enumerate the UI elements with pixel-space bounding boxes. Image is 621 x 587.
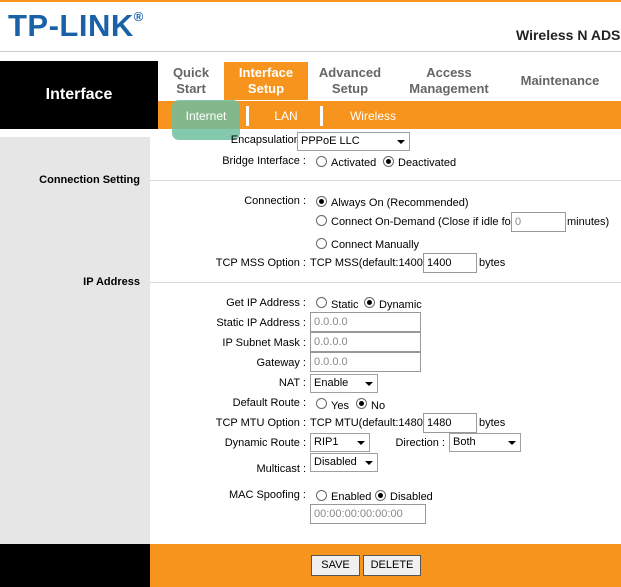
mac-enabled-label: Enabled <box>331 491 372 503</box>
ip-dynamic-label: Dynamic <box>379 299 422 311</box>
tcp-mtu-default-text: TCP MTU(default:1480) <box>310 417 427 429</box>
tcp-mss-label: TCP MSS Option : <box>215 257 306 269</box>
default-route-yes-label: Yes <box>331 400 349 412</box>
tab-interface-setup[interactable]: Interface Setup <box>224 62 308 100</box>
get-ip-label: Get IP Address : <box>226 297 306 309</box>
subnav-separator <box>320 106 323 126</box>
subnet-mask-input[interactable]: 0.0.0.0 <box>310 332 421 352</box>
direction-select[interactable]: Both <box>449 433 521 452</box>
delete-button[interactable]: DELETE <box>363 555 421 576</box>
always-on-label: Always On (Recommended) <box>331 197 469 209</box>
encapsulation-label: Encapsulation : <box>230 134 306 146</box>
nat-select[interactable]: Enable <box>310 374 378 393</box>
default-route-no-radio[interactable] <box>356 398 367 409</box>
tcp-mtu-unit: bytes <box>479 417 506 429</box>
product-name: Wireless N ADSL <box>516 27 621 43</box>
tab-advanced-setup[interactable]: Advanced Setup <box>310 62 390 100</box>
subtab-lan[interactable]: LAN <box>262 101 310 129</box>
ip-static-label: Static <box>331 299 359 311</box>
bridge-deactivated-label: Deactivated <box>398 157 457 169</box>
subtab-internet[interactable]: Internet <box>172 101 240 129</box>
mac-spoofing-label: MAC Spoofing : <box>228 489 306 501</box>
dynamic-route-select[interactable]: RIP1 <box>310 433 370 452</box>
tab-access-management[interactable]: Access Management <box>400 62 498 100</box>
tcp-mtu-label: TCP MTU Option : <box>215 417 306 429</box>
tcp-mss-unit: bytes <box>479 257 506 269</box>
section-divider <box>150 180 621 181</box>
top-accent-line <box>0 0 621 2</box>
minutes-label: minutes) <box>567 216 610 228</box>
chevron-down-icon <box>397 140 405 144</box>
bridge-activated-radio[interactable] <box>316 156 327 167</box>
mac-disabled-label: Disabled <box>390 491 433 503</box>
tp-link-logo: TP-LINK® <box>8 8 144 43</box>
connect-manually-label: Connect Manually <box>331 239 420 251</box>
multicast-select[interactable]: Disabled <box>310 453 378 472</box>
section-ip-address: IP Address <box>83 276 140 288</box>
default-route-label: Default Route : <box>232 397 306 409</box>
ip-dynamic-radio[interactable] <box>364 297 375 308</box>
tcp-mtu-input[interactable]: 1480 <box>423 413 477 433</box>
sidebar-sections <box>0 137 150 544</box>
multicast-label: Multicast : <box>256 463 306 475</box>
connect-manually-radio[interactable] <box>316 238 327 249</box>
bridge-interface-label: Bridge Interface : <box>222 155 306 167</box>
always-on-radio[interactable] <box>316 196 327 207</box>
tab-quick-start[interactable]: Quick Start <box>160 62 222 100</box>
gateway-input[interactable]: 0.0.0.0 <box>310 352 421 372</box>
on-demand-radio[interactable] <box>316 215 327 226</box>
subnav-separator <box>246 106 249 126</box>
tcp-mss-default-text: TCP MSS(default:1400) <box>310 257 427 269</box>
tab-maintenance[interactable]: Maintenance <box>508 62 612 100</box>
chevron-down-icon <box>365 461 373 465</box>
chevron-down-icon <box>357 441 365 445</box>
tcp-mss-input[interactable]: 1400 <box>423 253 477 273</box>
bridge-deactivated-radio[interactable] <box>383 156 394 167</box>
static-ip-label: Static IP Address : <box>216 317 306 329</box>
mac-address-input[interactable]: 00:00:00:00:00:00 <box>310 504 426 524</box>
default-route-yes-radio[interactable] <box>316 398 327 409</box>
on-demand-label: Connect On-Demand (Close if idle for <box>331 216 515 228</box>
chevron-down-icon <box>365 382 373 386</box>
encapsulation-select[interactable]: PPPoE LLC <box>297 132 410 151</box>
chevron-down-icon <box>508 441 516 445</box>
connection-label: Connection : <box>244 195 306 207</box>
idle-minutes-input[interactable]: 0 <box>511 212 566 232</box>
direction-label: Direction : <box>395 437 445 449</box>
section-connection-setting: Connection Setting <box>39 174 140 186</box>
sidebar-title: Interface <box>45 86 113 103</box>
subtab-wireless[interactable]: Wireless <box>340 101 406 129</box>
bridge-activated-label: Activated <box>331 157 377 169</box>
mac-disabled-radio[interactable] <box>375 490 386 501</box>
save-button[interactable]: SAVE <box>311 555 360 576</box>
default-route-no-label: No <box>371 400 386 412</box>
header-divider <box>0 51 621 52</box>
static-ip-input[interactable]: 0.0.0.0 <box>310 312 421 332</box>
mac-enabled-radio[interactable] <box>316 490 327 501</box>
subnet-mask-label: IP Subnet Mask : <box>222 337 306 349</box>
gateway-label: Gateway : <box>256 357 306 369</box>
footer-left <box>0 544 150 587</box>
dynamic-route-label: Dynamic Route : <box>224 437 306 449</box>
nat-label: NAT : <box>278 377 306 389</box>
section-divider <box>150 282 621 283</box>
ip-static-radio[interactable] <box>316 297 327 308</box>
